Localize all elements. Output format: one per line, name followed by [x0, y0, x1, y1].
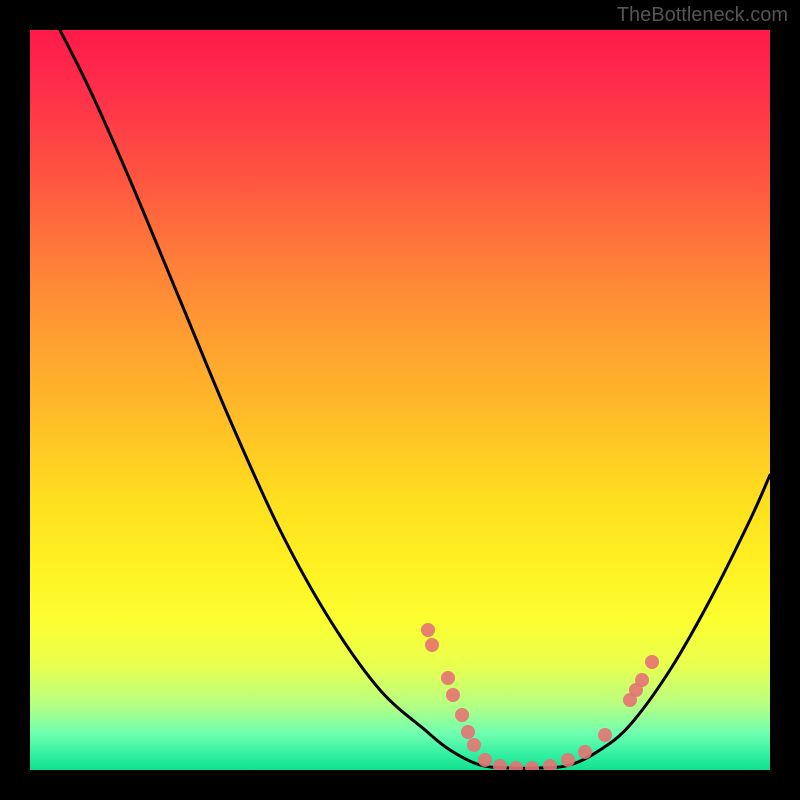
curve-group: [60, 30, 770, 768]
data-dot: [598, 728, 612, 742]
data-dot: [525, 761, 539, 770]
bottleneck-curve: [60, 30, 770, 768]
data-dot: [561, 753, 575, 767]
data-dot: [493, 759, 507, 770]
data-dot: [446, 688, 460, 702]
data-dot: [455, 708, 469, 722]
data-dot: [645, 655, 659, 669]
data-dot: [421, 623, 435, 637]
watermark-text: TheBottleneck.com: [617, 4, 788, 27]
data-dot: [478, 753, 492, 767]
data-dot: [461, 725, 475, 739]
plot-area: [30, 30, 770, 770]
chart-svg: [30, 30, 770, 770]
data-dot: [543, 759, 557, 770]
data-dot: [441, 671, 455, 685]
data-dots-group: [421, 623, 659, 770]
data-dot: [425, 638, 439, 652]
data-dot: [635, 673, 649, 687]
data-dot: [578, 745, 592, 759]
data-dot: [467, 738, 481, 752]
data-dot: [509, 761, 523, 770]
